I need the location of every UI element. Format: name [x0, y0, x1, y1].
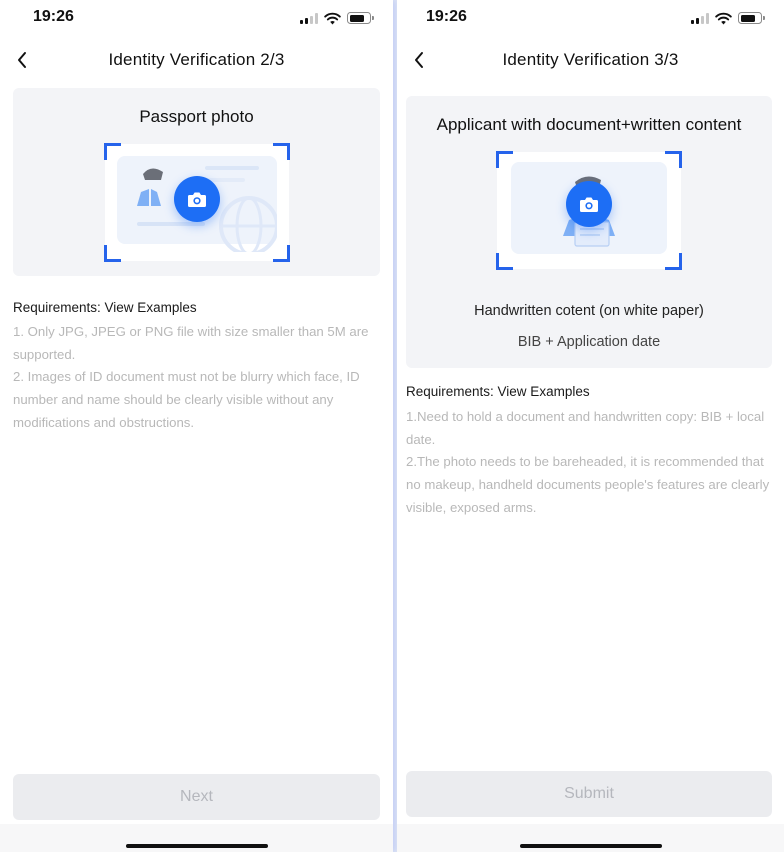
status-icons [300, 11, 374, 25]
camera-icon [188, 192, 206, 207]
camera-button[interactable] [566, 181, 612, 227]
screen-verification-step-3: 19:26 Identity Verification 3/3 Applican… [397, 0, 784, 852]
home-indicator-area [397, 824, 784, 852]
home-indicator[interactable] [125, 844, 268, 848]
passport-photo-upload-card[interactable]: Passport photo [13, 88, 380, 276]
battery-icon [347, 12, 374, 24]
cellular-signal-icon [300, 12, 318, 24]
requirements-heading[interactable]: Requirements: View Examples [13, 300, 197, 315]
bib-date-caption: BIB + Application date [517, 334, 661, 350]
page-title: Identity Verification 2/3 [108, 50, 285, 69]
navigation-bar: Identity Verification 2/3 [0, 44, 393, 76]
requirement-item: 2. Images of ID document must not be blu… [13, 369, 360, 430]
camera-icon [580, 197, 598, 212]
page-title: Identity Verification 3/3 [502, 50, 679, 69]
status-bar: 19:26 [397, 0, 784, 36]
card-title: Passport photo [139, 107, 254, 126]
photo-upload-frame[interactable] [104, 143, 290, 262]
wifi-icon [324, 12, 341, 24]
requirements-list: 1.Need to hold a document and handwritte… [406, 406, 772, 520]
requirement-item: 2.The photo needs to be bareheaded, it i… [406, 454, 770, 515]
requirements-list: 1. Only JPG, JPEG or PNG file with size … [13, 321, 381, 435]
wifi-icon [715, 12, 732, 24]
card-title: Applicant with document+written content [436, 115, 742, 134]
battery-icon [738, 12, 765, 24]
home-indicator-area [0, 824, 393, 852]
photo-upload-frame[interactable] [496, 151, 682, 270]
camera-button[interactable] [174, 176, 220, 222]
home-indicator[interactable] [519, 844, 662, 848]
requirement-item: 1. Only JPG, JPEG or PNG file with size … [13, 324, 369, 362]
requirements-heading[interactable]: Requirements: View Examples [406, 384, 590, 399]
handwritten-content-caption: Handwritten cotent (on white paper) [474, 303, 704, 319]
applicant-photo-upload-card[interactable]: Applicant with document+written content [406, 96, 772, 368]
cellular-signal-icon [691, 12, 709, 24]
status-time: 19:26 [426, 8, 467, 25]
screen-verification-step-2: 19:26 Identity Verification 2/3 Passport… [0, 0, 393, 852]
navigation-bar: Identity Verification 3/3 [397, 44, 784, 76]
status-icons [691, 11, 765, 25]
submit-button[interactable]: Submit [406, 771, 772, 817]
next-button[interactable]: Next [13, 774, 380, 820]
requirement-item: 1.Need to hold a document and handwritte… [406, 409, 765, 447]
status-bar: 19:26 [0, 0, 393, 36]
status-time: 19:26 [33, 8, 74, 25]
